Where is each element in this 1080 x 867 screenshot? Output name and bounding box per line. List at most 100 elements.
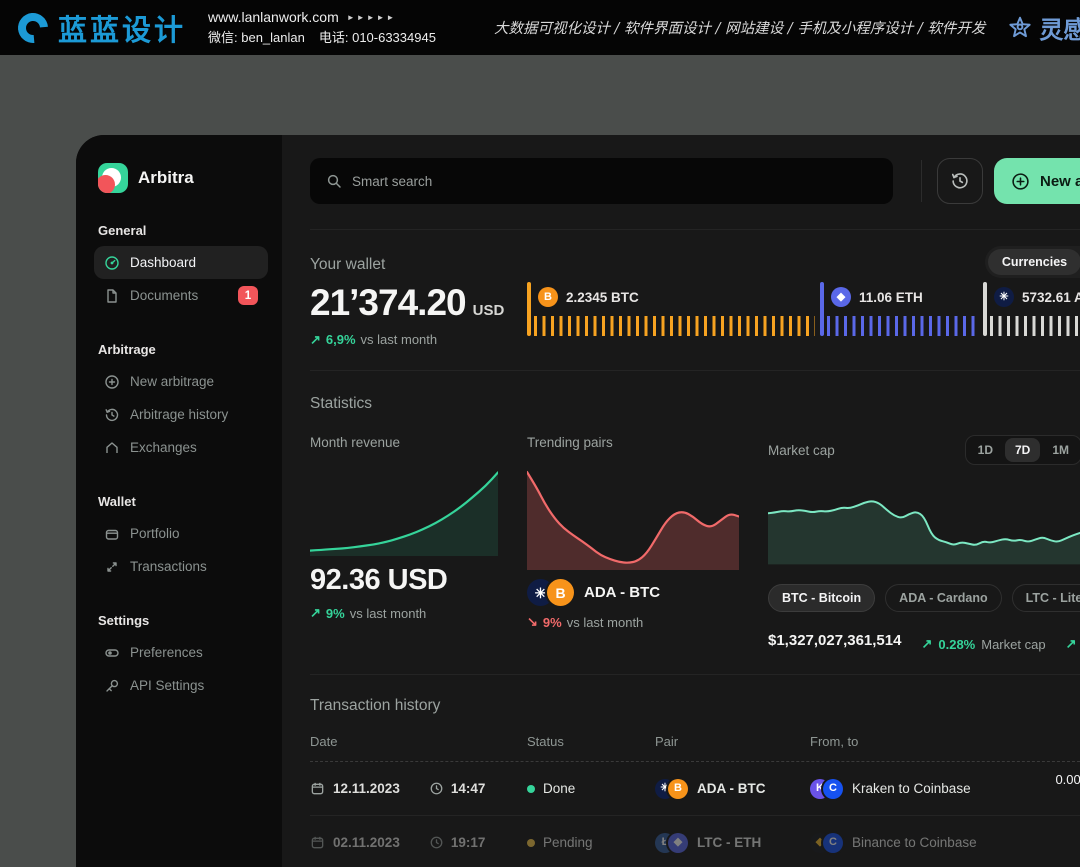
pair-cell: Ł◆LTC - ETH xyxy=(655,833,810,853)
app-logo[interactable]: Arbitra xyxy=(94,163,268,193)
date-cell: 02.11.2023 19:17 xyxy=(310,835,527,850)
app-window: Arbitra General Dashboard Documents 1 Ar… xyxy=(76,135,1080,867)
arrows-decoration: ►►►►► xyxy=(347,13,397,22)
btc-icon: B xyxy=(538,287,558,307)
transaction-history-title: Transaction history xyxy=(310,697,1080,715)
sidebar-item-label: New arbitrage xyxy=(130,374,214,389)
holding-ada: ✳5732.61 ADA xyxy=(983,316,1080,336)
history-icon xyxy=(950,171,970,191)
range-7d[interactable]: 7D xyxy=(1005,438,1040,462)
plug-icon xyxy=(104,678,120,694)
month-revenue-change: ↗ 9% vs last month xyxy=(310,605,498,621)
table-row[interactable]: 12.11.2023 14:47 Done ✳BADA - BTC KCKrak… xyxy=(310,762,1080,816)
wallet-currency: USD xyxy=(473,302,505,319)
segment-marker xyxy=(527,282,531,336)
transaction-history-section: Transaction history Date Status Pair Fro… xyxy=(310,674,1080,867)
sidebar-item-label: API Settings xyxy=(130,678,204,693)
search-input[interactable] xyxy=(352,174,877,189)
wallet-section: Your wallet 21’374.20USD ↗ 6,9% vs last … xyxy=(310,229,1080,370)
inspiration-collect-label: 灵感收集 xyxy=(1039,10,1080,45)
trend-up-icon: ↗ xyxy=(921,636,932,652)
sidebar-section-arbitrage: Arbitrage xyxy=(98,342,268,357)
market-cap-chart xyxy=(768,473,1080,569)
column-pair: Pair xyxy=(655,734,810,749)
sidebar-item-dashboard[interactable]: Dashboard xyxy=(94,246,268,279)
history-icon xyxy=(104,407,120,423)
new-arbitrage-button[interactable]: New arbitrage xyxy=(994,158,1080,204)
trend-up-icon: ↗ xyxy=(310,605,321,621)
sidebar-section-wallet: Wallet xyxy=(98,494,268,509)
dashboard-icon xyxy=(104,255,120,271)
range-selector: 1D 7D 1M xyxy=(965,435,1080,465)
tab-ada-cardano[interactable]: ADA - Cardano xyxy=(885,584,1001,612)
toggle-currencies[interactable]: Currencies xyxy=(988,249,1080,275)
sidebar-item-label: Documents xyxy=(130,288,198,303)
tab-btc-bitcoin[interactable]: BTC - Bitcoin xyxy=(768,584,875,612)
route-cell: KCKraken to Coinbase xyxy=(810,779,1050,799)
pair-cell: ✳BADA - BTC xyxy=(655,779,810,799)
market-cap-card: Market cap 1D 7D 1M BTC - Bitcoin ADA - … xyxy=(768,435,1080,652)
btc-icon: B xyxy=(547,579,574,606)
clock-icon xyxy=(429,835,444,850)
trend-down-icon: ↘ xyxy=(527,614,538,630)
wechat-label: 微信: ben_lanlan xyxy=(208,30,305,45)
eth-amount: 11.06 ETH xyxy=(859,290,923,305)
coinbase-icon: C xyxy=(823,779,843,799)
holding-eth: ◆11.06 ETH xyxy=(820,316,983,336)
segment-marker xyxy=(983,282,987,336)
eth-tick-bar xyxy=(827,316,978,336)
calendar-icon xyxy=(310,781,325,796)
market-cap-label: Market cap xyxy=(768,443,835,458)
status-cell: Pending xyxy=(527,835,655,850)
brand-logo[interactable]: 蓝蓝设计 xyxy=(18,7,186,49)
transfer-arrows-icon xyxy=(104,559,120,575)
sidebar-item-documents[interactable]: Documents 1 xyxy=(94,279,268,312)
btc-amount: 2.2345 BTC xyxy=(566,290,639,305)
trend-up-icon: ↗ xyxy=(310,332,321,348)
coinbase-icon: C xyxy=(823,833,843,853)
tab-ltc-litecoin[interactable]: LTC - Litecoin xyxy=(1012,584,1080,612)
column-date: Date xyxy=(310,734,527,749)
holding-btc: B2.2345 BTC xyxy=(527,316,820,336)
sidebar-item-label: Transactions xyxy=(130,559,207,574)
documents-badge: 1 xyxy=(238,286,258,305)
amount-cell: 0.0021 xyxy=(1055,772,1080,806)
sidebar-item-new-arbitrage[interactable]: New arbitrage xyxy=(94,365,268,398)
toggle-icon xyxy=(104,645,120,661)
document-icon xyxy=(104,288,120,304)
inspiration-collect[interactable]: 灵感收集 xyxy=(1007,10,1080,45)
month-revenue-value: 92.36 USD xyxy=(310,564,498,597)
market-cap-tabs: BTC - Bitcoin ADA - Cardano LTC - Liteco… xyxy=(768,584,1080,612)
sidebar-item-exchanges[interactable]: Exchanges xyxy=(94,431,268,464)
sidebar-item-label: Preferences xyxy=(130,645,203,660)
route-cell: ◆CBinance to Coinbase xyxy=(810,833,1050,853)
sidebar-item-preferences[interactable]: Preferences xyxy=(94,636,268,669)
ada-amount: 5732.61 ADA xyxy=(1022,290,1080,305)
topbar: New arbitrage xyxy=(310,158,1080,204)
plus-circle-icon xyxy=(1011,172,1030,191)
sidebar-item-portfolio[interactable]: Portfolio xyxy=(94,517,268,550)
market-cap-change: ↗ 0.28% Market cap xyxy=(921,636,1045,652)
ada-icon: ✳ xyxy=(994,287,1014,307)
banner-contact: www.lanlanwork.com►►►►► 微信: ben_lanlan电话… xyxy=(208,7,436,49)
statistics-section: Statistics Month revenue 92.36 USD ↗ 9% … xyxy=(310,370,1080,674)
status-cell: Done xyxy=(527,781,655,796)
table-row[interactable]: 02.11.2023 19:17 Pending Ł◆LTC - ETH ◆CB… xyxy=(310,816,1080,867)
arbitra-logo-icon xyxy=(98,163,128,193)
column-status: Status xyxy=(527,734,655,749)
holdings-bars: B2.2345 BTC ◆11.06 ETH ✳5732.61 ADA xyxy=(527,316,1080,336)
market-cap-value: $1,327,027,361,514 xyxy=(768,632,901,649)
brand-logo-icon xyxy=(12,6,54,48)
history-button[interactable] xyxy=(937,158,983,204)
sidebar-item-arbitrage-history[interactable]: Arbitrage history xyxy=(94,398,268,431)
wallet-view-toggle: Currencies Exchanges xyxy=(985,246,1080,278)
main-content: New arbitrage Your wallet 21’374.20USD ↗… xyxy=(282,135,1080,867)
range-1d[interactable]: 1D xyxy=(968,438,1003,462)
sidebar-item-api-settings[interactable]: API Settings xyxy=(94,669,268,702)
sidebar-item-label: Exchanges xyxy=(130,440,197,455)
btc-icon: B xyxy=(668,779,688,799)
status-dot xyxy=(527,785,535,793)
sidebar-item-transactions[interactable]: Transactions xyxy=(94,550,268,583)
range-1m[interactable]: 1M xyxy=(1042,438,1079,462)
time-cell: 19:17 xyxy=(429,835,486,850)
